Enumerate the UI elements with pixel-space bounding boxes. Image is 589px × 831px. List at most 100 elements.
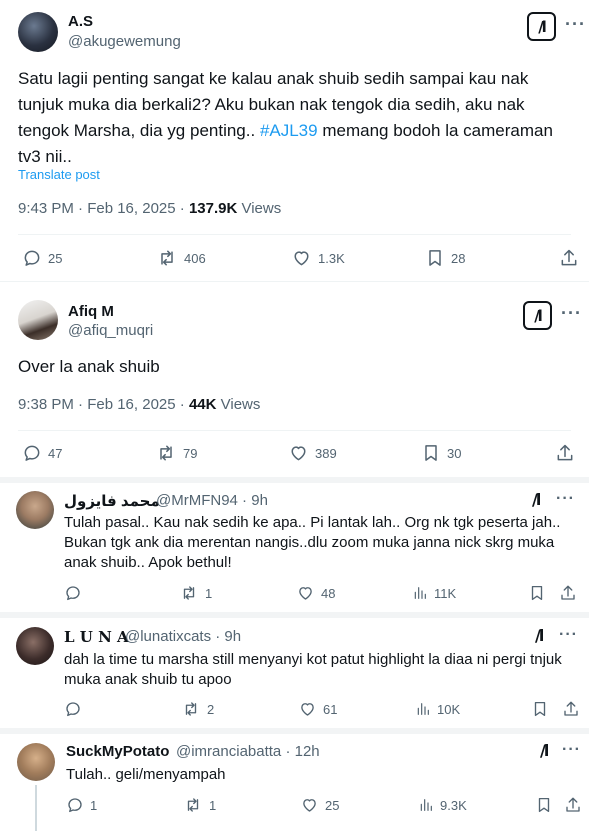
avatar[interactable] (18, 12, 58, 52)
share-icon (557, 444, 573, 461)
views-icon (417, 703, 429, 715)
avatar[interactable] (18, 300, 58, 340)
bookmark-icon (538, 797, 550, 813)
reply-icon (66, 702, 80, 717)
like-count: 389 (315, 445, 337, 461)
tweet-text: Satu lagii penting sangat ke kalau anak … (18, 66, 578, 170)
author-name[interactable]: Afiq M (68, 303, 114, 320)
like-icon (303, 799, 316, 812)
like-button[interactable]: 25 (300, 796, 339, 814)
like-icon (291, 446, 306, 461)
grok-icon[interactable]: /l (540, 741, 549, 760)
grok-icon[interactable]: /l (532, 490, 541, 509)
tweet-text-segment: memang bodoh la cameraman (317, 121, 553, 140)
translate-link[interactable]: Translate post (18, 167, 100, 182)
grok-icon[interactable]: /l (535, 626, 544, 645)
reply-icon (24, 250, 40, 266)
repost-count: 406 (184, 250, 206, 266)
reply-text-line: Tulah.. geli/menyampah (66, 766, 226, 783)
views-count: 11K (434, 585, 457, 601)
views-icon (414, 587, 426, 599)
more-icon[interactable]: ··· (562, 741, 581, 759)
reply-count: 1 (90, 797, 98, 813)
tweet-timestamp: 9:43 PM · Feb 16, 2025 · 137.9K Views (18, 200, 281, 217)
share-icon (566, 797, 580, 812)
author-handle[interactable]: @MrMFN94 · 9h (156, 492, 268, 509)
views-count: 10K (437, 701, 461, 717)
repost-icon (183, 586, 195, 600)
timestamp-text[interactable]: 9:43 PM · Feb 16, 2025 · (18, 200, 189, 217)
views-button[interactable]: 11K (412, 584, 456, 602)
like-count: 48 (321, 585, 336, 601)
bookmark-icon (425, 445, 437, 461)
share-button[interactable] (562, 700, 580, 718)
views-label: Views (237, 200, 282, 217)
repost-count: 2 (207, 701, 215, 717)
grok-icon[interactable]: /l (527, 12, 556, 41)
avatar[interactable] (16, 627, 54, 665)
bookmark-count: 28 (451, 250, 466, 266)
reply-button[interactable]: 25 (22, 248, 62, 268)
repost-icon (187, 798, 199, 812)
section-separator (0, 728, 589, 734)
like-button[interactable]: 1.3K (291, 248, 345, 268)
divider (0, 281, 589, 282)
more-icon[interactable]: ··· (561, 303, 582, 324)
author-name[interactable]: 𝐋 𝐔 𝐍 𝐀 (64, 628, 129, 646)
reply-text-line: anak shuib.. Apok bethul! (64, 554, 232, 571)
reply-text: Tulah pasal.. Kau nak sedih ke apa.. Pi … (64, 513, 579, 573)
share-button[interactable] (564, 796, 582, 814)
reply-text-line: Bukan tgk ank dia merentan nangis..dlu z… (64, 534, 555, 551)
timestamp-text[interactable]: 9:38 PM · Feb 16, 2025 · (18, 396, 189, 413)
tweet-text-line: tunjuk muka dia berkali2? Aku bukan nak … (18, 95, 525, 114)
tweet-text-line: Satu lagii penting sangat ke kalau anak … (18, 69, 529, 88)
repost-button[interactable]: 1 (179, 584, 212, 602)
reply-button[interactable]: 47 (22, 443, 62, 463)
tweet-text-line: tv3 nii.. (18, 147, 72, 166)
repost-count: 79 (183, 445, 198, 461)
more-icon[interactable]: ··· (565, 14, 586, 35)
author-handle[interactable]: @imranciabatta · 12h (176, 743, 320, 760)
bookmark-button[interactable]: 30 (421, 443, 461, 463)
like-button[interactable]: 48 (296, 584, 335, 602)
author-handle[interactable]: @akugewemung (68, 33, 181, 50)
bookmark-button[interactable] (531, 700, 549, 718)
bookmark-button[interactable] (535, 796, 553, 814)
author-name[interactable]: A.S (68, 13, 93, 30)
avatar[interactable] (16, 491, 54, 529)
share-button[interactable] (559, 584, 577, 602)
repost-button[interactable]: 2 (181, 700, 214, 718)
more-icon[interactable]: ··· (559, 626, 578, 644)
bookmark-icon (534, 701, 546, 717)
author-handle[interactable]: @lunatixcats · 9h (125, 628, 241, 645)
repost-icon (160, 445, 172, 461)
repost-count: 1 (209, 797, 217, 813)
reply-button[interactable] (64, 700, 88, 718)
section-separator (0, 477, 589, 483)
hashtag-link[interactable]: #AJL39 (260, 121, 318, 140)
more-icon[interactable]: ··· (556, 490, 575, 508)
views-button[interactable]: 10K (415, 700, 460, 718)
author-handle[interactable]: @afiq_muqri (68, 322, 153, 339)
views-button[interactable]: 9.3K (418, 796, 467, 814)
reply-button[interactable] (64, 584, 88, 602)
share-button[interactable] (559, 248, 579, 268)
repost-button[interactable]: 1 (183, 796, 216, 814)
grok-icon[interactable]: /l (523, 301, 552, 330)
repost-button[interactable]: 406 (156, 248, 206, 268)
like-button[interactable]: 61 (298, 700, 337, 718)
avatar[interactable] (17, 743, 55, 781)
views-count: 44K (188, 396, 217, 413)
repost-icon (161, 250, 173, 266)
views-label: Views (216, 396, 261, 413)
share-button[interactable] (555, 443, 575, 463)
tweet-text: Over la anak shuib (18, 357, 160, 376)
thread-line (35, 785, 37, 831)
author-name[interactable]: محمد فايزول (64, 492, 160, 510)
repost-button[interactable]: 79 (155, 443, 197, 463)
bookmark-button[interactable] (528, 584, 546, 602)
bookmark-button[interactable]: 28 (425, 248, 465, 268)
like-button[interactable]: 389 (288, 443, 337, 463)
author-name[interactable]: SuckMyPotato (66, 743, 169, 760)
reply-button[interactable]: 1 (66, 796, 97, 814)
